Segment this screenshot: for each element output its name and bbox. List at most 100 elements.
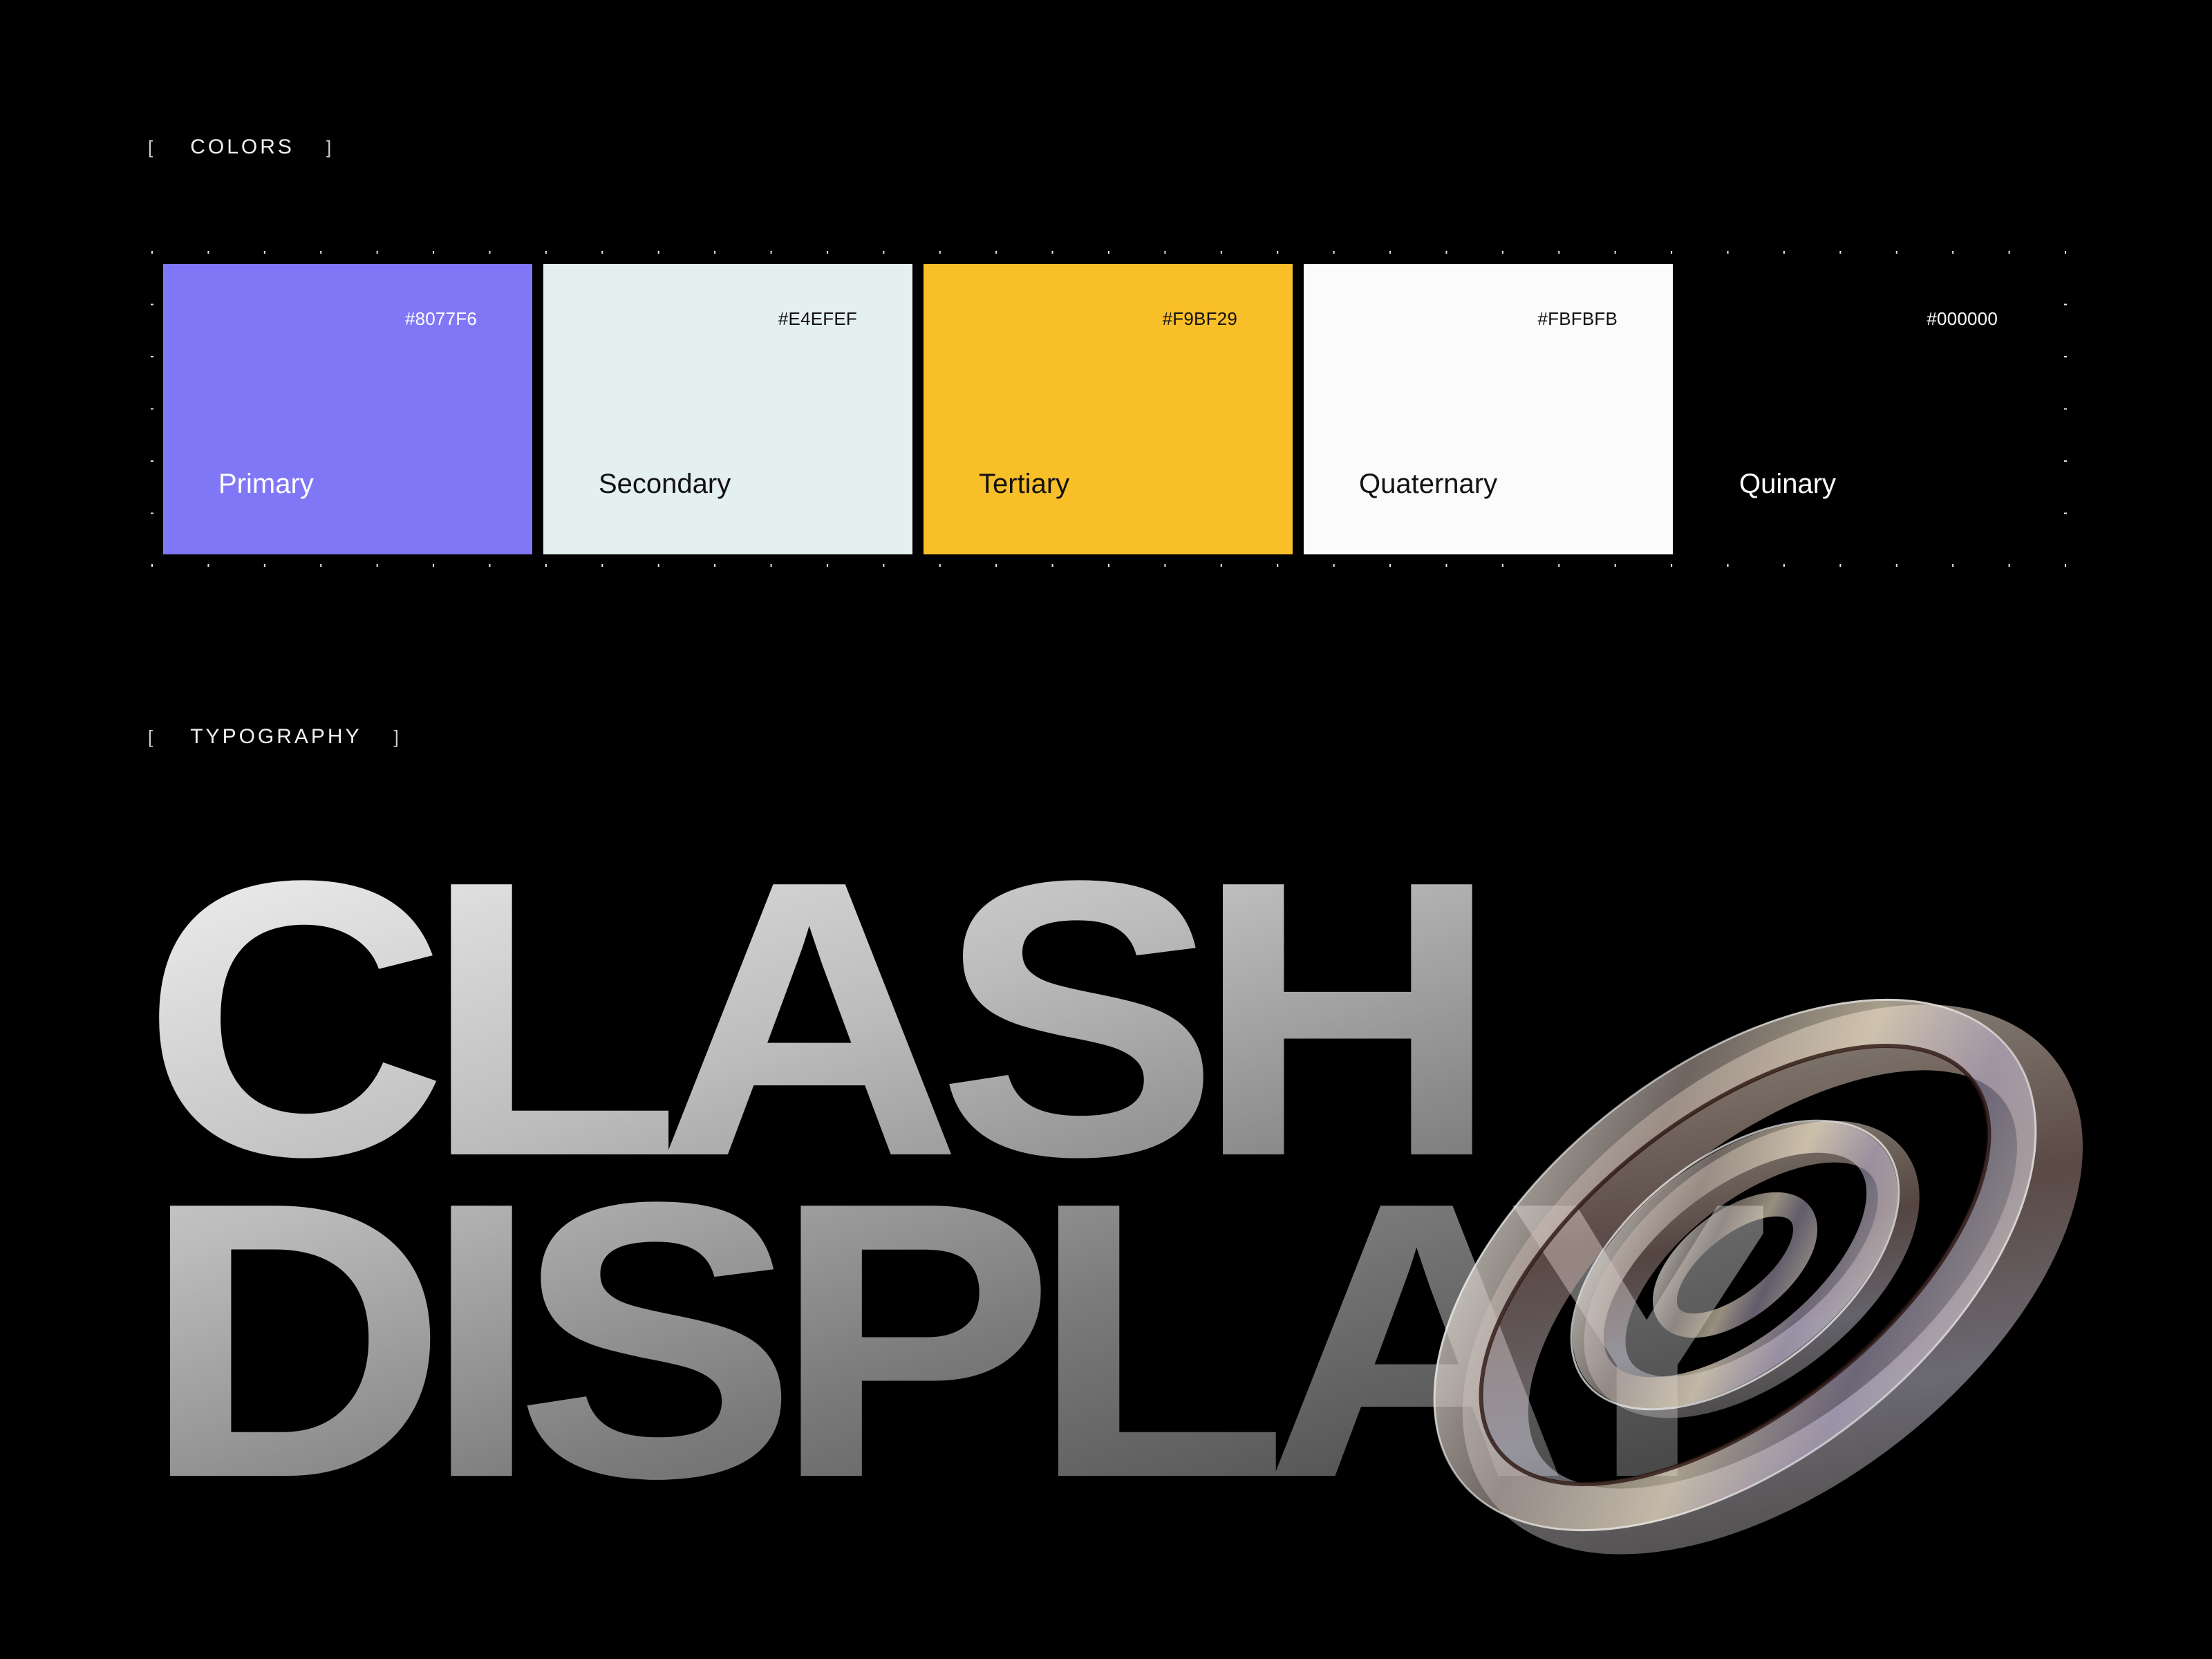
tick-mark bbox=[207, 564, 209, 567]
tick-mark bbox=[263, 564, 265, 567]
tick-mark bbox=[151, 460, 153, 462]
swatch-quaternary: #FBFBFB Quaternary bbox=[1304, 264, 1673, 554]
tick-mark bbox=[1952, 251, 1954, 254]
tick-mark bbox=[1895, 251, 1897, 254]
swatch-name: Primary bbox=[218, 469, 314, 499]
tick-mark bbox=[1445, 564, 1447, 567]
colors-section-label: [ COLORS ] bbox=[148, 135, 334, 159]
tick-mark bbox=[1727, 251, 1729, 254]
tick-mark bbox=[151, 564, 153, 567]
tick-mark bbox=[489, 564, 491, 567]
tick-mark bbox=[1445, 251, 1447, 254]
tick-mark bbox=[1783, 564, 1785, 567]
tick-mark bbox=[320, 564, 322, 567]
tick-mark bbox=[545, 564, 547, 567]
swatch-name: Secondary bbox=[599, 469, 731, 499]
bracket-close: ] bbox=[326, 136, 335, 158]
swatch-name: Tertiary bbox=[979, 469, 1070, 499]
tick-mark bbox=[1051, 564, 1053, 567]
tick-mark bbox=[1952, 564, 1954, 567]
tick-mark bbox=[151, 512, 153, 514]
tick-mark bbox=[1558, 251, 1560, 254]
tick-mark bbox=[601, 251, 603, 254]
tick-mark bbox=[1389, 564, 1391, 567]
tick-mark bbox=[995, 564, 997, 567]
tick-mark bbox=[2064, 356, 2067, 357]
tick-mark bbox=[2008, 564, 2010, 567]
swatch-primary: #8077F6 Primary bbox=[163, 264, 532, 554]
tick-mark bbox=[1727, 564, 1729, 567]
color-palette: #8077F6 Primary #E4EFEF Secondary #F9BF2… bbox=[163, 264, 2053, 554]
tick-mark bbox=[376, 251, 378, 254]
tick-mark bbox=[1220, 564, 1222, 567]
tick-mark bbox=[1220, 251, 1222, 254]
tick-mark bbox=[883, 564, 885, 567]
tick-mark bbox=[545, 251, 547, 254]
tick-mark bbox=[939, 564, 941, 567]
tick-mark bbox=[2064, 460, 2067, 462]
tick-mark bbox=[1389, 251, 1391, 254]
tick-mark bbox=[826, 564, 828, 567]
tick-mark bbox=[770, 251, 772, 254]
tick-mark bbox=[1614, 251, 1616, 254]
tick-mark bbox=[433, 564, 435, 567]
swatch-secondary: #E4EFEF Secondary bbox=[543, 264, 912, 554]
glass-at-symbol-icon bbox=[1433, 998, 2083, 1555]
tick-mark bbox=[1839, 564, 1841, 567]
tick-mark bbox=[1671, 251, 1673, 254]
tick-mark bbox=[1164, 564, 1166, 567]
tick-mark bbox=[320, 251, 322, 254]
tick-mark bbox=[151, 303, 153, 306]
tick-mark bbox=[1895, 564, 1897, 567]
tick-mark bbox=[657, 251, 659, 254]
bracket-close: ] bbox=[393, 726, 402, 747]
tick-mark bbox=[2064, 303, 2067, 306]
swatch-hex: #FBFBFB bbox=[1537, 308, 1618, 329]
swatch-tertiary: #F9BF29 Tertiary bbox=[924, 264, 1293, 554]
colors-heading: COLORS bbox=[190, 135, 294, 158]
tick-mark bbox=[939, 251, 941, 254]
swatch-quinary: #000000 Quinary bbox=[1684, 264, 2053, 554]
tick-mark bbox=[826, 251, 828, 254]
swatch-hex: #000000 bbox=[1927, 308, 1998, 329]
tick-mark bbox=[995, 251, 997, 254]
swatch-hex: #E4EFEF bbox=[778, 308, 857, 329]
swatch-hex: #8077F6 bbox=[404, 308, 477, 329]
tick-mark bbox=[1333, 251, 1335, 254]
tick-mark bbox=[2064, 512, 2067, 514]
tick-mark bbox=[1501, 251, 1503, 254]
tick-mark bbox=[151, 251, 153, 254]
tick-mark bbox=[2065, 251, 2066, 254]
tick-mark bbox=[1108, 564, 1109, 567]
tick-mark bbox=[151, 408, 153, 410]
tick-mark bbox=[1164, 251, 1166, 254]
tick-mark bbox=[1277, 251, 1279, 254]
tick-mark bbox=[489, 251, 491, 254]
typography-section-label: [ TYPOGRAPHY ] bbox=[148, 725, 402, 749]
bracket-open: [ bbox=[148, 136, 156, 158]
tick-mark bbox=[1333, 564, 1335, 567]
tick-mark bbox=[2008, 251, 2010, 254]
tick-mark bbox=[207, 251, 209, 254]
tick-mark bbox=[714, 564, 716, 567]
tick-mark bbox=[657, 564, 659, 567]
tick-mark bbox=[433, 251, 435, 254]
tick-mark bbox=[883, 251, 885, 254]
tick-mark bbox=[1501, 564, 1503, 567]
tick-mark bbox=[601, 564, 603, 567]
tick-mark bbox=[1614, 564, 1616, 567]
swatch-name: Quinary bbox=[1739, 469, 1837, 499]
tick-mark bbox=[714, 251, 716, 254]
tick-mark bbox=[1108, 251, 1109, 254]
tick-mark bbox=[1558, 564, 1560, 567]
typography-heading: TYPOGRAPHY bbox=[190, 725, 362, 748]
swatch-hex: #F9BF29 bbox=[1162, 308, 1237, 329]
tick-mark bbox=[2064, 408, 2067, 410]
tick-mark bbox=[1783, 251, 1785, 254]
bracket-open: [ bbox=[148, 726, 156, 747]
tick-mark bbox=[1839, 251, 1841, 254]
tick-mark bbox=[263, 251, 265, 254]
tick-mark bbox=[770, 564, 772, 567]
tick-mark bbox=[1277, 564, 1279, 567]
tick-mark bbox=[1671, 564, 1673, 567]
